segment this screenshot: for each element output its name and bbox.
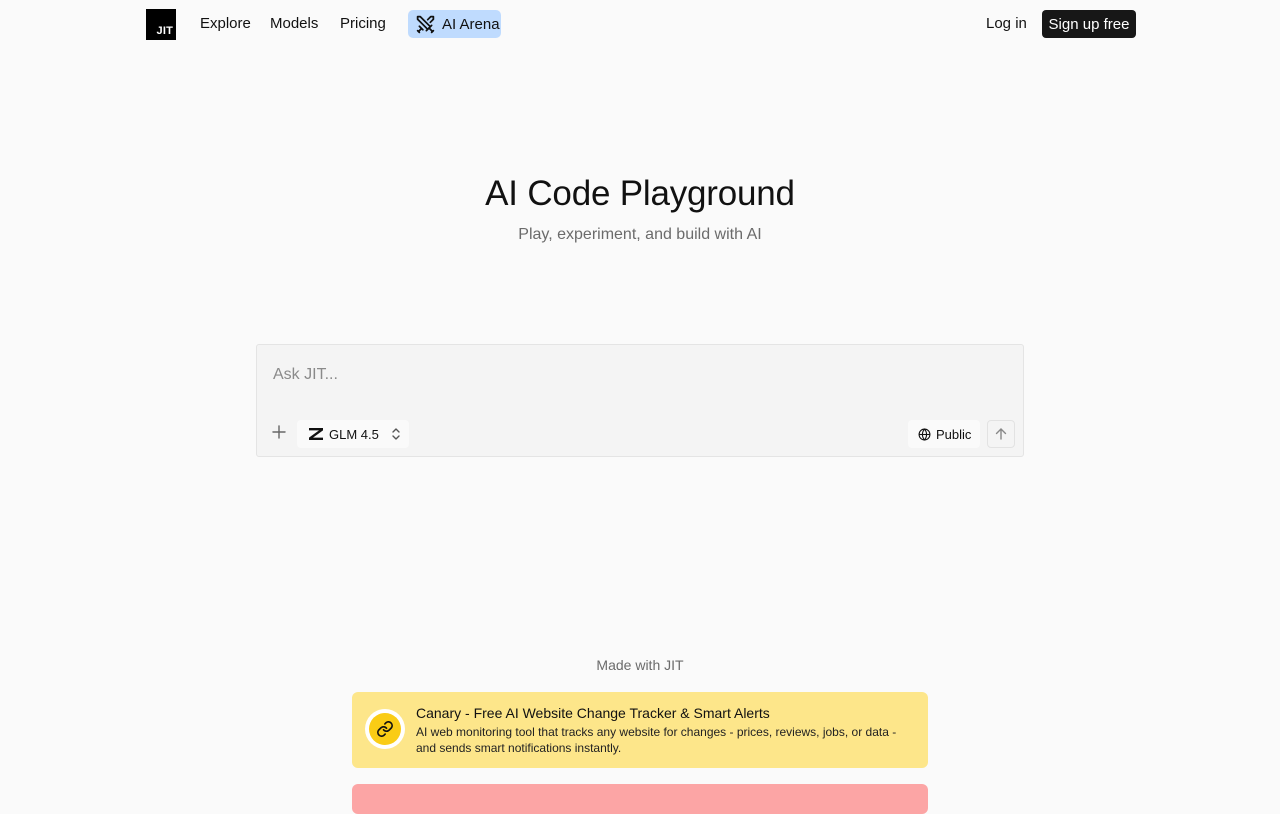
prompt-input[interactable]	[273, 363, 993, 387]
signup-button[interactable]: Sign up free	[1042, 10, 1136, 38]
card-title: Canary - Free AI Website Change Tracker …	[416, 705, 770, 721]
prompt-box: GLM 4.5 Public	[256, 344, 1024, 457]
page-title: AI Code Playground	[485, 174, 795, 213]
showcase-card[interactable]: Canary - Free AI Website Change Tracker …	[352, 692, 928, 768]
nav-link-models[interactable]: Models	[270, 14, 318, 34]
chevron-up-down-icon	[392, 428, 400, 440]
visibility-label: Public	[936, 426, 972, 442]
zhipu-logo-icon	[309, 428, 323, 440]
login-link[interactable]: Log in	[986, 14, 1027, 34]
ai-arena-label: AI Arena	[442, 15, 500, 33]
swords-icon	[416, 15, 435, 33]
nav-link-explore[interactable]: Explore	[200, 14, 251, 34]
ai-arena-button[interactable]: AI Arena	[408, 10, 501, 38]
card-icon	[365, 709, 405, 749]
link-icon	[377, 721, 393, 737]
top-nav: JIT Explore Models Pricing AI Arena Log …	[0, 0, 1280, 48]
add-attachment-button[interactable]	[271, 424, 287, 442]
logo-text: JIT	[156, 25, 173, 37]
model-label: GLM 4.5	[329, 426, 379, 442]
plus-icon	[272, 425, 286, 439]
arrow-up-icon	[995, 428, 1007, 440]
page-subtitle: Play, experiment, and build with AI	[518, 226, 762, 243]
nav-link-pricing[interactable]: Pricing	[340, 14, 386, 34]
showcase-card[interactable]	[352, 784, 928, 814]
send-button[interactable]	[987, 420, 1015, 448]
jit-logo[interactable]: JIT	[146, 9, 176, 40]
model-selector[interactable]: GLM 4.5	[297, 420, 409, 448]
made-with-heading: Made with JIT	[596, 657, 684, 673]
visibility-button[interactable]: Public	[908, 420, 980, 448]
card-description: AI web monitoring tool that tracks any w…	[416, 725, 897, 755]
globe-icon	[918, 427, 931, 441]
